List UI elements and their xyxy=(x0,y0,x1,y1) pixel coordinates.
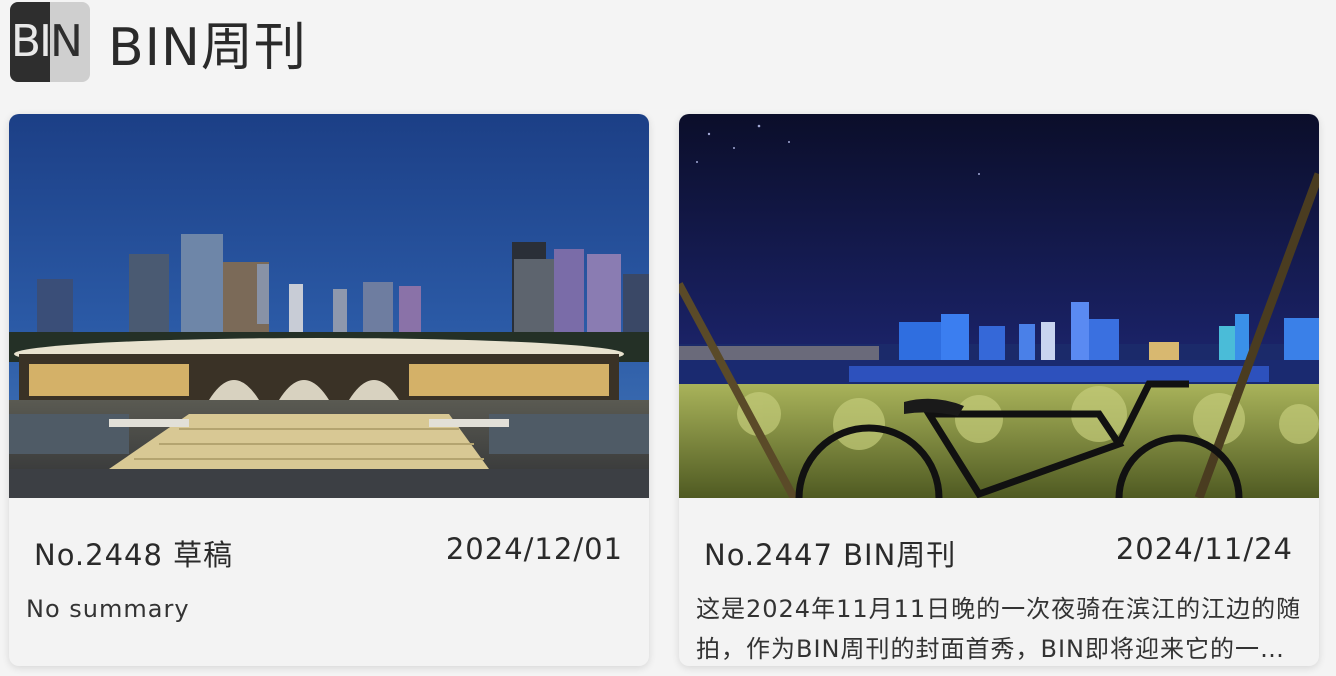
post-cover-image[interactable] xyxy=(679,114,1319,498)
post-card[interactable]: No.2448 草稿 2024/12/01 No summary xyxy=(9,114,649,666)
site-logo[interactable]: BI N xyxy=(10,2,90,82)
post-date: 2024/12/01 xyxy=(445,532,623,566)
post-date: 2024/11/24 xyxy=(1115,532,1293,566)
site-header: BI N BIN周刊 xyxy=(10,2,307,82)
post-number[interactable]: No.2447 BIN周刊 xyxy=(704,532,956,574)
post-cover-image[interactable] xyxy=(9,114,649,498)
post-meta: No.2447 BIN周刊 2024/11/24 xyxy=(704,532,1293,574)
logo-right-text: N xyxy=(50,2,90,82)
post-meta: No.2448 草稿 2024/12/01 xyxy=(34,532,623,574)
post-number[interactable]: No.2448 草稿 xyxy=(34,532,233,574)
post-summary: 这是2024年11月11日晚的一次夜骑在滨江的江边的随拍，作为BIN周刊的封面首… xyxy=(696,595,1302,663)
site-title[interactable]: BIN周刊 xyxy=(108,5,307,80)
post-summary: No summary xyxy=(26,595,190,623)
post-card[interactable]: No.2447 BIN周刊 2024/11/24 这是2024年11月11日晚的… xyxy=(679,114,1319,666)
logo-left-text: BI xyxy=(10,2,52,82)
